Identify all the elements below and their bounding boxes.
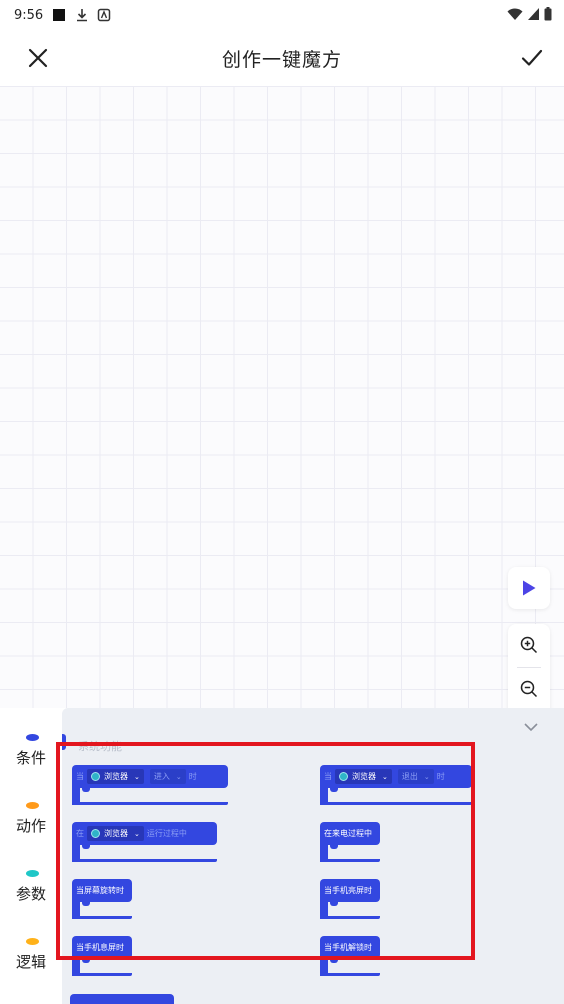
chevron-down-icon: ⌄ xyxy=(175,772,182,781)
category-action[interactable]: 动作 xyxy=(0,776,62,836)
header-bar: 创作一键魔方 xyxy=(0,30,564,86)
block-label: 在来电过程中 xyxy=(324,829,372,838)
app-dropdown[interactable]: 浏览器 ⌄ xyxy=(87,769,144,784)
block-text: 时 xyxy=(188,772,197,781)
browser-icon xyxy=(339,772,348,781)
notification-square-icon xyxy=(53,9,66,21)
block-foot xyxy=(320,859,380,862)
block-label: 当手机解锁时 xyxy=(324,943,372,952)
block-foot xyxy=(72,859,217,862)
app-notification-icon xyxy=(97,8,111,22)
app-dropdown[interactable]: 浏览器 ⌄ xyxy=(335,769,392,784)
category-sidebar: 条件 动作 参数 逻辑 xyxy=(0,708,62,1004)
zoom-in-icon xyxy=(520,637,538,654)
app-name: 浏览器 xyxy=(104,829,128,838)
block-palette: 系统功能 当 浏览器 ⌄ 进入 ⌄ 时 当 浏览器 ⌄ 退出 ⌄ 时 在 浏览器 ⌄ 运行… xyxy=(62,708,564,1004)
collapse-chevron-icon[interactable] xyxy=(522,720,540,734)
close-icon[interactable] xyxy=(26,46,50,70)
battery-icon xyxy=(544,7,552,21)
run-button[interactable] xyxy=(508,567,550,609)
block-foot xyxy=(320,802,472,805)
block-text: 时 xyxy=(436,772,445,781)
status-time: 9:56 xyxy=(14,7,44,23)
block-phone-unlock[interactable]: 当手机解锁时 xyxy=(320,936,380,959)
section-title: 系统功能 xyxy=(78,740,122,753)
block-notch xyxy=(330,788,338,792)
category-label: 参数 xyxy=(15,885,46,903)
block-label: 当屏幕旋转时 xyxy=(76,886,124,895)
block-app-running[interactable]: 在 浏览器 ⌄ 运行过程中 xyxy=(72,822,217,845)
zoom-out-button[interactable] xyxy=(508,668,550,711)
category-label: 条件 xyxy=(15,749,46,767)
chevron-down-icon: ⌄ xyxy=(134,772,140,781)
block-app-exit[interactable]: 当 浏览器 ⌄ 退出 ⌄ 时 xyxy=(320,765,472,788)
block-notch xyxy=(82,902,90,906)
block-notch xyxy=(82,959,90,963)
play-icon xyxy=(523,580,536,596)
block-foot xyxy=(320,916,380,919)
block-workspace-canvas[interactable] xyxy=(0,86,564,754)
block-foot xyxy=(72,973,132,976)
browser-icon xyxy=(91,772,100,781)
block-text: 当 xyxy=(76,772,84,781)
block-text: 当 xyxy=(324,772,332,781)
signal-icon xyxy=(528,8,539,20)
block-text: 运行过程中 xyxy=(146,829,187,838)
block-screen-on[interactable]: 当手机亮屏时 xyxy=(320,879,380,902)
wifi-icon xyxy=(507,8,523,20)
block-foot xyxy=(72,916,132,919)
status-right-icons xyxy=(507,7,552,21)
action-dropdown[interactable]: 进入 ⌄ xyxy=(149,769,186,784)
category-label: 逻辑 xyxy=(15,953,46,971)
app-dropdown[interactable]: 浏览器 ⌄ xyxy=(87,826,144,841)
chevron-down-icon: ⌄ xyxy=(134,829,140,838)
zoom-out-icon xyxy=(520,680,538,698)
block-label: 当手机息屏时 xyxy=(76,943,124,952)
status-bar: 9:56 xyxy=(0,0,564,30)
category-dot xyxy=(25,802,39,809)
page-title: 创作一键魔方 xyxy=(221,48,342,71)
block-screen-rotate[interactable]: 当屏幕旋转时 xyxy=(72,879,132,902)
confirm-check-icon[interactable] xyxy=(520,46,544,70)
category-parameter[interactable]: 参数 xyxy=(0,844,62,904)
category-dot xyxy=(25,870,39,877)
block-notch xyxy=(330,902,338,906)
action-dropdown[interactable]: 退出 ⌄ xyxy=(397,769,434,784)
category-label: 动作 xyxy=(15,817,46,835)
block-notch xyxy=(82,788,90,792)
category-dot xyxy=(25,734,39,741)
category-condition[interactable]: 条件 xyxy=(0,708,62,768)
block-label: 当手机亮屏时 xyxy=(324,886,372,895)
block-notch xyxy=(330,959,338,963)
block-text: 在 xyxy=(76,829,84,838)
section-marker xyxy=(62,734,66,750)
category-logic[interactable]: 逻辑 xyxy=(0,912,62,972)
block-notch xyxy=(82,845,90,849)
chevron-down-icon: ⌄ xyxy=(382,772,388,781)
category-dot xyxy=(25,938,39,945)
action-name: 退出 xyxy=(401,772,418,781)
block-app-enter[interactable]: 当 浏览器 ⌄ 进入 ⌄ 时 xyxy=(72,765,228,788)
action-name: 进入 xyxy=(153,772,170,781)
block-notch xyxy=(330,845,338,849)
block-foot xyxy=(320,973,380,976)
chevron-down-icon: ⌄ xyxy=(423,772,430,781)
block-screen-off[interactable]: 当手机息屏时 xyxy=(72,936,132,959)
block-foot xyxy=(72,802,228,805)
block-incoming-call[interactable]: 在来电过程中 xyxy=(320,822,380,845)
browser-icon xyxy=(91,829,100,838)
app-name: 浏览器 xyxy=(104,772,128,781)
app-root: 9:56 创作一键魔方 条件 动作 参数 逻辑 系统功能 当 浏览器 ⌄ 进入 … xyxy=(0,0,564,1004)
zoom-in-button[interactable] xyxy=(508,624,550,667)
download-icon xyxy=(77,9,88,22)
app-name: 浏览器 xyxy=(352,772,376,781)
block-partial[interactable] xyxy=(70,994,174,1004)
